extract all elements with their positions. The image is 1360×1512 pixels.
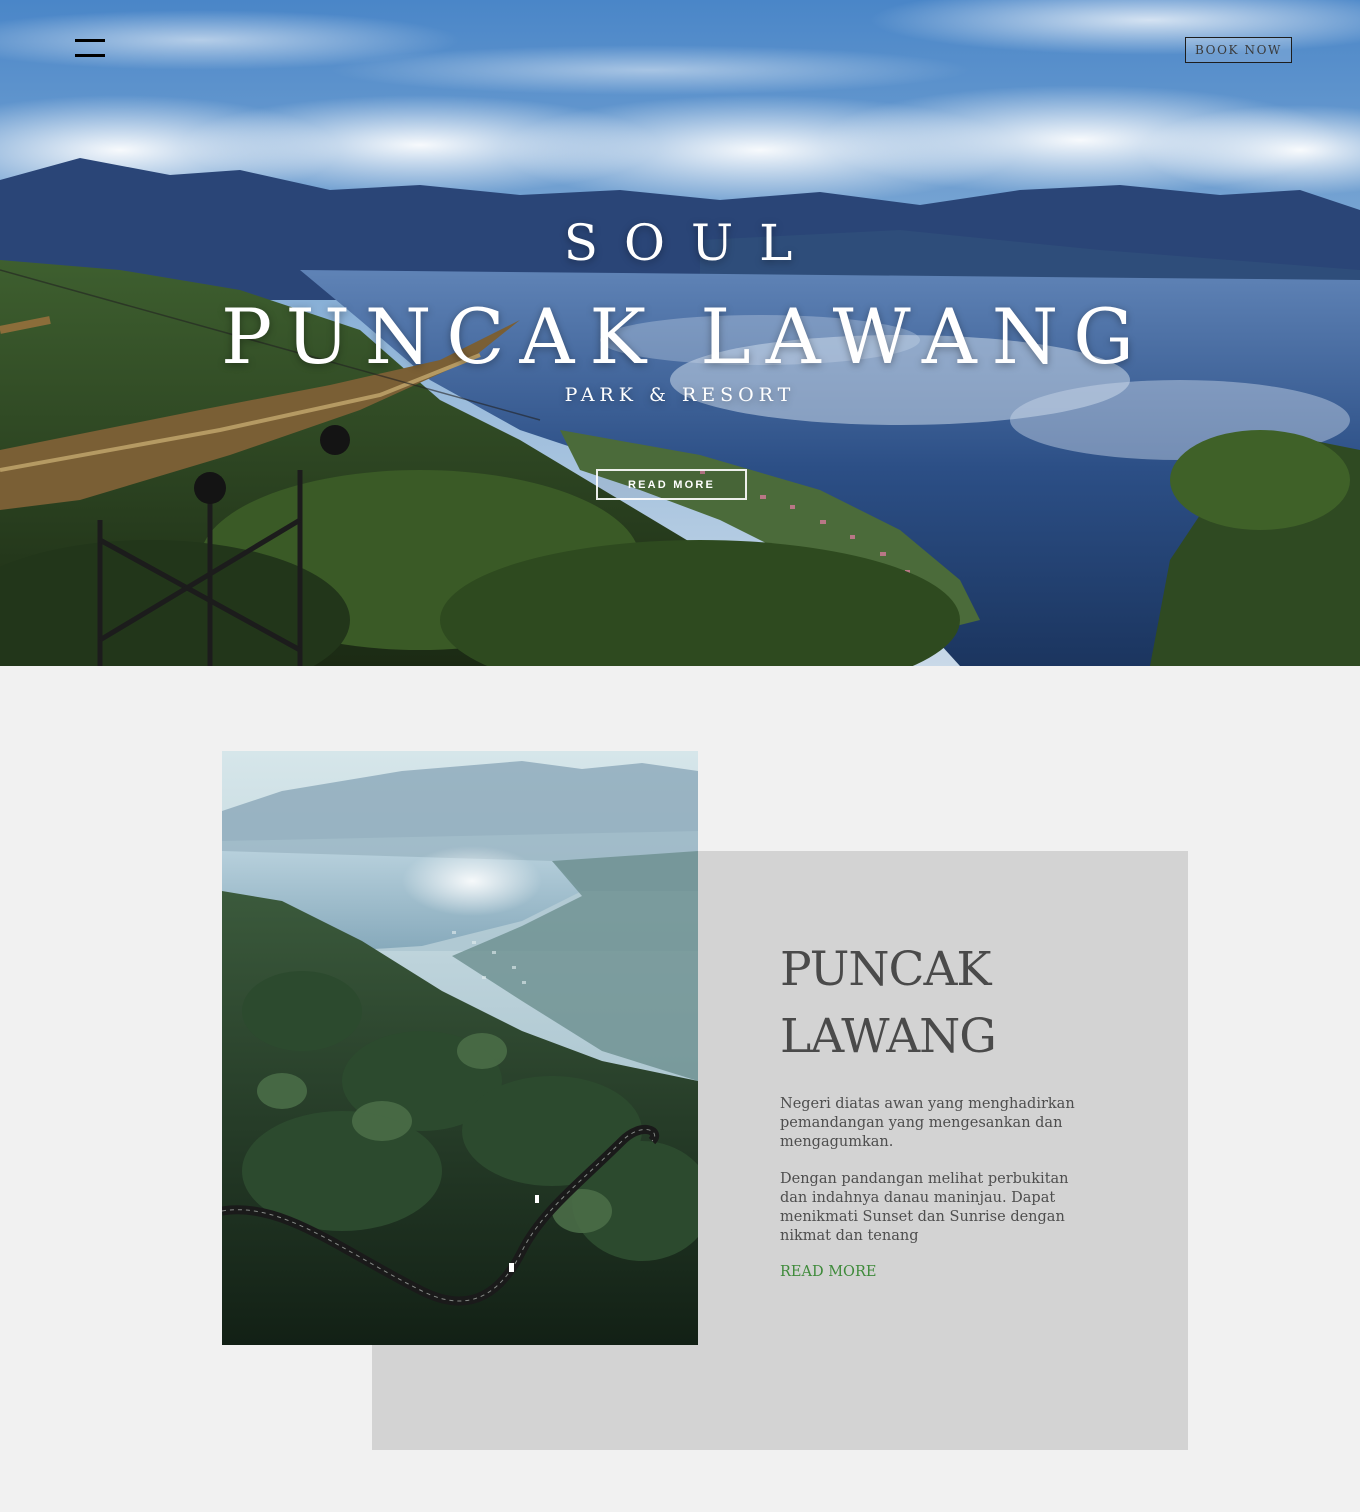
hero-eyebrow: SOUL: [563, 214, 819, 272]
about-title-line: LAWANG: [780, 1009, 997, 1064]
about-title: PUNCAK LAWANG: [780, 936, 1140, 1070]
hero-title: PUNCAK LAWANG: [220, 292, 1150, 381]
about-paragraph: Dengan pandangan melihat perbukitan dan …: [780, 1171, 1069, 1244]
menu-toggle-button[interactable]: [75, 38, 106, 60]
about-section: PUNCAK LAWANG Negeri diatas awan yang me…: [0, 666, 1360, 1512]
hamburger-icon: [75, 39, 105, 42]
book-now-button[interactable]: BOOK NOW: [1185, 37, 1292, 63]
about-read-more-link[interactable]: READ MORE: [780, 1264, 876, 1280]
about-title-line: PUNCAK: [780, 942, 992, 997]
hero-section: BOOK NOW SOUL PUNCAK LAWANG PARK & RESOR…: [0, 0, 1360, 666]
about-paragraph: Negeri diatas awan yang menghadirkan pem…: [780, 1096, 1075, 1150]
hamburger-icon-line: [75, 54, 105, 57]
hero-subtitle: PARK & RESORT: [564, 384, 796, 406]
about-photo: [222, 751, 698, 1345]
hero-read-more-button[interactable]: READ MORE: [596, 469, 747, 500]
